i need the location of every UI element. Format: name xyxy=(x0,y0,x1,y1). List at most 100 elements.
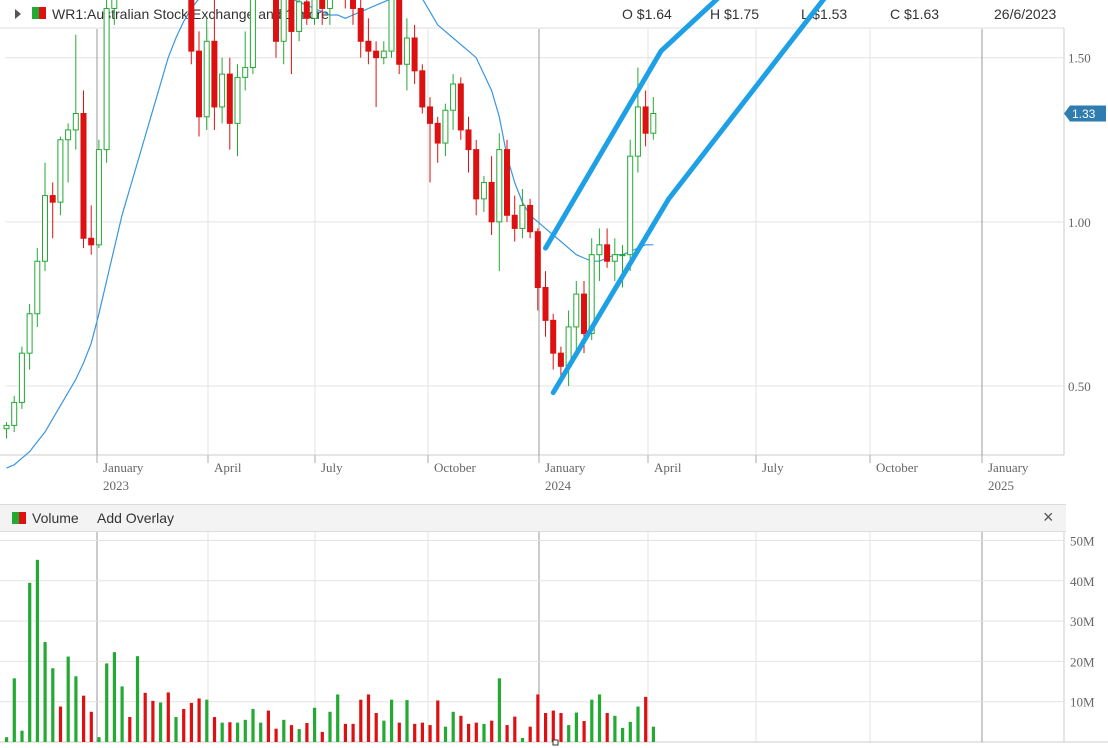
volume-bar xyxy=(120,686,124,742)
volume-bar xyxy=(282,719,286,742)
candle-body xyxy=(49,195,56,203)
candle-body xyxy=(403,37,410,65)
volume-bar xyxy=(58,706,63,742)
volume-bar xyxy=(212,717,217,742)
volume-bar xyxy=(251,708,255,742)
candle-body xyxy=(496,149,503,223)
candle-body xyxy=(480,181,487,200)
candle-body xyxy=(488,181,495,223)
candle-body xyxy=(396,0,403,65)
volume-bar xyxy=(628,721,632,742)
volume-bar xyxy=(159,702,163,742)
volume-bar xyxy=(567,725,571,742)
volume-bar xyxy=(582,721,586,742)
candle-body xyxy=(434,122,441,144)
x-tick-label: January xyxy=(988,460,1029,475)
candle-body xyxy=(457,83,464,131)
volume-bar xyxy=(28,582,32,742)
volume-bar xyxy=(205,699,209,742)
candle-body xyxy=(419,70,426,108)
candle-body xyxy=(219,73,226,108)
volume-bar xyxy=(459,715,463,742)
candle-body xyxy=(619,254,626,257)
volume-bar xyxy=(443,726,448,742)
volume-bar xyxy=(143,692,147,742)
volume-bar xyxy=(467,723,471,742)
candle-body xyxy=(350,0,356,9)
volume-bar xyxy=(559,712,563,742)
candle-body xyxy=(473,149,480,200)
volume-bar xyxy=(135,656,140,742)
price-y-tick-label: 0.50 xyxy=(1068,379,1091,394)
volume-title: Volume xyxy=(32,510,79,526)
volume-bar xyxy=(497,678,501,742)
candle-body xyxy=(34,260,41,315)
x-tick-label: April xyxy=(654,460,682,475)
volume-bar xyxy=(266,710,270,742)
volume-bar xyxy=(513,716,517,742)
add-overlay-button[interactable]: Add Overlay xyxy=(97,510,174,526)
candle-body xyxy=(211,40,218,108)
x-tick-year-label: 2023 xyxy=(103,478,129,493)
candle-body xyxy=(319,0,326,9)
candle-body xyxy=(72,113,79,131)
volume-bar xyxy=(320,731,324,742)
volume-bar xyxy=(89,711,93,742)
candle-body xyxy=(642,106,649,134)
candle-body xyxy=(380,50,387,59)
volume-bar xyxy=(51,668,55,742)
volume-bar xyxy=(289,725,294,742)
volume-bar xyxy=(397,722,401,742)
x-tick-label: January xyxy=(103,460,144,475)
candle-body xyxy=(95,149,102,246)
x-tick-year-label: 2025 xyxy=(988,478,1014,493)
volume-bar xyxy=(313,707,317,742)
volume-bar xyxy=(374,712,378,742)
candle-body xyxy=(450,83,457,111)
volume-bar xyxy=(112,652,116,742)
candle-body xyxy=(188,0,195,52)
candle-body xyxy=(411,37,418,72)
candle-body xyxy=(242,67,249,78)
price-y-tick-label: 1.00 xyxy=(1068,215,1091,230)
candle-body xyxy=(427,106,433,124)
volume-bar xyxy=(366,694,371,742)
x-tick-label: October xyxy=(876,460,919,475)
x-tick-label: July xyxy=(762,460,784,475)
volume-bar xyxy=(574,712,578,742)
volume-bar xyxy=(413,723,417,742)
candle-body xyxy=(542,287,549,321)
volume-bar xyxy=(243,719,247,742)
volume-swatch-up xyxy=(12,512,19,524)
candle-body xyxy=(88,237,95,246)
channel-lower-line xyxy=(550,0,827,396)
candle-body xyxy=(596,244,603,256)
candle-body xyxy=(111,0,118,9)
volume-bar xyxy=(66,656,70,742)
volume-bar xyxy=(544,712,548,742)
candle-body xyxy=(581,293,587,334)
volume-bar xyxy=(597,694,602,742)
volume-bar xyxy=(528,726,532,742)
volume-bar xyxy=(5,737,9,742)
candle-body xyxy=(311,0,318,19)
volume-bar xyxy=(505,725,509,742)
candle-body xyxy=(3,424,10,430)
volume-bar xyxy=(359,699,363,742)
volume-y-tick-label: 30M xyxy=(1070,614,1095,629)
volume-y-tick-label: 50M xyxy=(1070,534,1095,549)
volume-bar xyxy=(35,559,39,742)
volume-bar xyxy=(343,723,347,742)
channel-upper-line xyxy=(543,0,720,251)
candle-body xyxy=(550,319,557,354)
volume-bar xyxy=(197,698,201,742)
candle-body xyxy=(80,113,87,239)
volume-bar xyxy=(174,717,178,742)
close-icon[interactable]: × xyxy=(1043,507,1054,528)
volume-bar xyxy=(382,720,386,742)
volume-bar xyxy=(590,699,594,742)
price-chart[interactable]: 0.501.001.502.002.50January2023AprilJuly… xyxy=(0,0,1108,748)
volume-bar xyxy=(405,700,409,742)
volume-bar xyxy=(274,728,278,742)
volume-bar xyxy=(43,642,47,742)
